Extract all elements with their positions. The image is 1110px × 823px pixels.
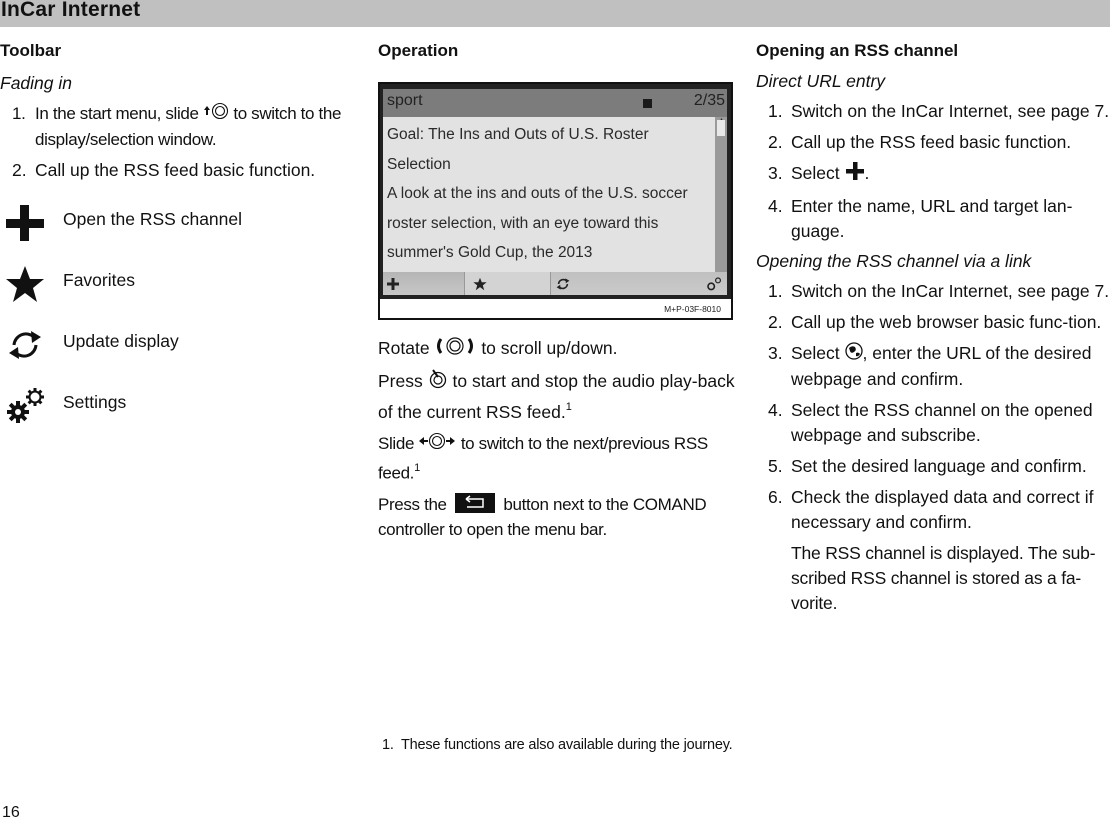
step-item: 2. Call up the RSS feed basic function. [768, 132, 1072, 152]
footnote-ref: 1 [414, 461, 420, 474]
legend-row-settings: Settings [0, 386, 360, 447]
operation-heading: Operation [378, 41, 459, 60]
plus-icon [387, 277, 399, 290]
footnote: 1. These functions are also available du… [382, 737, 733, 753]
page-number: 16 [2, 804, 20, 821]
channel-name: sport [387, 92, 423, 109]
back-button-icon [455, 493, 496, 514]
stop-icon [643, 99, 652, 108]
feed-line: A look at the ins and outs of the U.S. s… [387, 185, 688, 202]
screen-plus-button [383, 272, 465, 295]
screen-scrollbar: ▲ [715, 117, 727, 272]
instruction-back-button: Press the button next to the COMAND cont… [378, 493, 707, 539]
toolbar-heading: Toolbar [0, 41, 62, 60]
operation-instructions: Rotate to scroll up/down. Press to start… [378, 336, 738, 542]
feed-line: summer's Gold Cup, the 2013 [387, 244, 593, 261]
step-item: 6. Check the displayed data and correct i… [768, 486, 1094, 532]
toolbar-legend: Open the RSS channel Favorites Update di… [0, 203, 360, 447]
step-item: 2. Call up the RSS feed basic function. [12, 160, 316, 181]
legend-row-update: Update display [0, 325, 360, 386]
controller-rotate-icon [434, 336, 476, 363]
controller-press-icon [428, 369, 448, 396]
via-link-steps: 1. Switch on the InCar Internet, see page… [756, 279, 1110, 535]
scroll-thumb [717, 120, 725, 136]
step-item: 4. Enter the name, URL and target lan-gua… [768, 196, 1073, 241]
via-link-subheading: Opening the RSS channel via a link [756, 251, 1032, 271]
direct-url-subheading: Direct URL entry [756, 71, 886, 91]
step-item: 3. Select , enter the URL of the desired … [768, 342, 1092, 389]
direct-url-steps: 1. Switch on the InCar Internet, see page… [756, 99, 1110, 244]
refresh-icon [556, 277, 570, 290]
middle-column: Operation sport 2/35 Goal: The Ins and O… [378, 38, 738, 548]
feed-counter: 2/35 [693, 92, 725, 109]
fading-in-subheading: Fading in [0, 73, 72, 93]
footnote-ref: 1 [565, 401, 572, 413]
fading-in-steps: 1. In the start menu, slide to switch to… [0, 101, 360, 183]
globe-icon [844, 342, 863, 367]
screen-refresh-settings-area [551, 272, 727, 295]
feed-line: roster selection, with an eye toward thi… [387, 214, 659, 232]
figure-code: M+P-03F-8010 [664, 304, 721, 314]
opening-rss-heading: Opening an RSS channel [756, 41, 959, 60]
result-note: The RSS channel is displayed. The sub-sc… [791, 542, 1096, 613]
instruction-slide: Slide to switch to the next/previous RSS… [378, 432, 708, 483]
plus-icon [4, 203, 46, 243]
screen-toolbar [383, 272, 727, 295]
rss-screen: sport 2/35 Goal: The Ins and Outs of U.S… [380, 84, 731, 299]
screen-favorites-button [465, 272, 551, 295]
instruction-rotate: Rotate to scroll up/down. [378, 336, 738, 363]
feed-line: Selection [387, 155, 451, 173]
step-item: 4. Select the RSS channel on the opened w… [768, 399, 1093, 445]
controller-slide-left-right-icon [418, 432, 456, 457]
section-header-bar: InCar Internet [0, 0, 1110, 27]
step-item: 3. Select . [756, 161, 1110, 188]
step-item: 1. Switch on the InCar Internet, see page… [768, 281, 1110, 301]
settings-gears-icon [4, 386, 46, 426]
instruction-press: Press to start and stop the audio play-b… [378, 369, 738, 425]
step-item: 2. Call up the web browser basic func-tio… [768, 312, 1102, 332]
controller-slide-up-icon [203, 102, 229, 127]
settings-gears-icon [707, 276, 721, 290]
screen-header: sport 2/35 [383, 89, 727, 117]
star-icon [4, 264, 46, 304]
legend-row-open-rss: Open the RSS channel [0, 203, 360, 264]
plus-icon [845, 161, 865, 188]
step-item: 1. Switch on the InCar Internet, see page… [768, 101, 1110, 121]
feed-text-area: Goal: The Ins and Outs of U.S. Roster Se… [383, 117, 715, 272]
rss-screen-figure: sport 2/35 Goal: The Ins and Outs of U.S… [378, 82, 733, 320]
step-item: 5. Set the desired language and confirm. [768, 455, 1087, 476]
step-item: 1. In the start menu, slide to switch to… [12, 102, 342, 150]
star-icon [473, 277, 487, 290]
left-column: Toolbar Fading in 1. In the start menu, … [0, 38, 360, 447]
legend-row-favorites: Favorites [0, 264, 360, 325]
feed-line: Goal: The Ins and Outs of U.S. Roster [387, 126, 649, 143]
refresh-icon [4, 325, 46, 365]
section-title: InCar Internet [1, 0, 141, 21]
right-column: Opening an RSS channel Direct URL entry … [756, 38, 1110, 616]
